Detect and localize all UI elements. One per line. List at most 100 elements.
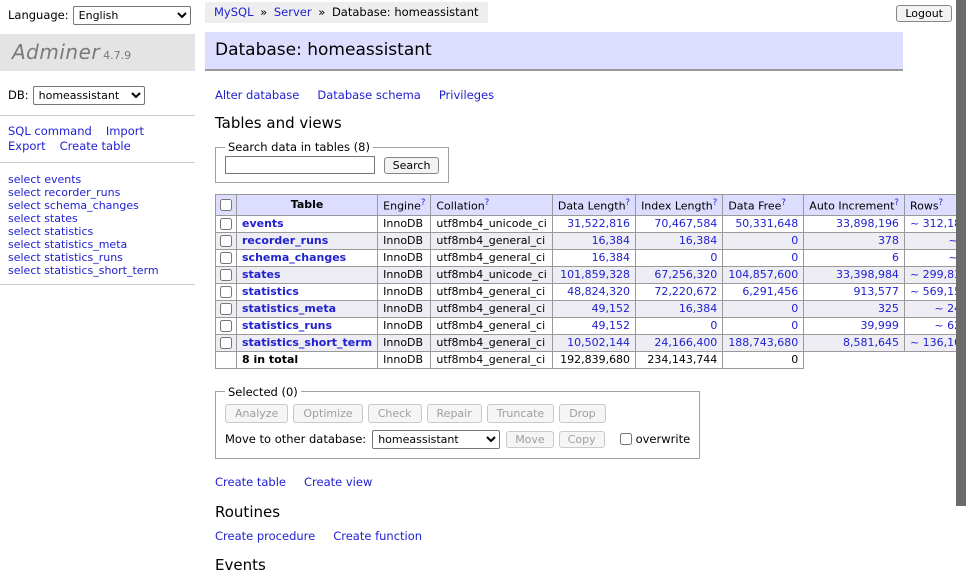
auto-increment-link[interactable]: 325 [878, 302, 899, 315]
breadcrumb-server-link[interactable]: Server [274, 5, 312, 19]
sidebar-action-export[interactable]: Export [8, 140, 46, 153]
table-link-statistics-runs[interactable]: statistics_runs [242, 319, 332, 332]
sidebar-table-link-schema-changes[interactable]: schema_changes [44, 199, 139, 212]
create-procedure-link[interactable]: Create procedure [215, 529, 315, 543]
data-free-link[interactable]: 0 [791, 234, 798, 247]
copy-button[interactable]: Copy [559, 431, 605, 448]
data-length-link[interactable]: 16,384 [592, 234, 631, 247]
select-link-statistics[interactable]: select [8, 225, 41, 238]
data-free-link[interactable]: 0 [791, 302, 798, 315]
truncate-button[interactable]: Truncate [487, 404, 554, 423]
auto-increment-link[interactable]: 39,999 [860, 319, 899, 332]
create-function-link[interactable]: Create function [333, 529, 422, 543]
scrollbar-track[interactable] [956, 0, 966, 543]
check-button[interactable]: Check [368, 404, 422, 423]
data-length-link[interactable]: 48,824,320 [567, 285, 630, 298]
language-select[interactable]: English [73, 6, 191, 25]
data-length-link[interactable]: 10,502,144 [567, 336, 630, 349]
help-link-data-length[interactable]: ? [626, 198, 631, 208]
table-link-recorder-runs[interactable]: recorder_runs [242, 234, 328, 247]
row-checkbox-events[interactable] [220, 218, 232, 230]
drop-button[interactable]: Drop [559, 404, 605, 423]
select-link-states[interactable]: select [8, 212, 41, 225]
search-button[interactable]: Search [384, 157, 440, 174]
table-link-schema-changes[interactable]: schema_changes [242, 251, 346, 264]
move-db-select[interactable]: homeassistant [372, 430, 500, 449]
index-length-link[interactable]: 67,256,320 [654, 268, 717, 281]
row-checkbox-statistics-runs[interactable] [220, 320, 232, 332]
logout-button[interactable]: Logout [896, 5, 952, 22]
create-table-link[interactable]: Create table [215, 475, 286, 489]
table-link-statistics-meta[interactable]: statistics_meta [242, 302, 336, 315]
optimize-button[interactable]: Optimize [293, 404, 362, 423]
select-link-events[interactable]: select [8, 173, 41, 186]
data-length-link[interactable]: 101,859,328 [560, 268, 630, 281]
sidebar-action-sql-command[interactable]: SQL command [8, 125, 92, 138]
row-checkbox-statistics-short-term[interactable] [220, 337, 232, 349]
table-link-events[interactable]: events [242, 217, 284, 230]
sidebar-table-link-states[interactable]: states [44, 212, 78, 225]
help-link-data-free[interactable]: ? [781, 198, 786, 208]
index-length-link[interactable]: 72,220,672 [654, 285, 717, 298]
help-link-collation[interactable]: ? [485, 198, 490, 208]
help-link-rows[interactable]: ? [939, 198, 944, 208]
select-link-statistics-short-term[interactable]: select [8, 264, 41, 277]
data-length-link[interactable]: 49,152 [592, 319, 631, 332]
help-link-index-length[interactable]: ? [713, 198, 718, 208]
table-link-statistics[interactable]: statistics [242, 285, 299, 298]
sidebar-table-link-statistics-meta[interactable]: statistics_meta [44, 238, 127, 251]
move-button[interactable]: Move [506, 431, 554, 448]
breadcrumb-mysql-link[interactable]: MySQL [214, 5, 254, 19]
data-length-link[interactable]: 31,522,816 [567, 217, 630, 230]
search-input[interactable] [225, 156, 375, 174]
data-length-link[interactable]: 49,152 [592, 302, 631, 315]
overwrite-checkbox[interactable] [620, 433, 632, 445]
auto-increment-link[interactable]: 33,898,196 [836, 217, 899, 230]
data-length-link[interactable]: 16,384 [592, 251, 631, 264]
help-link-auto-increment[interactable]: ? [894, 198, 899, 208]
row-checkbox-statistics[interactable] [220, 286, 232, 298]
data-free-link[interactable]: 50,331,648 [735, 217, 798, 230]
scrollbar-thumb[interactable] [956, 0, 966, 506]
alter-database-link[interactable]: Alter database [215, 88, 299, 102]
db-select[interactable]: homeassistant [33, 86, 145, 105]
index-length-link[interactable]: 0 [710, 319, 717, 332]
row-checkbox-states[interactable] [220, 269, 232, 281]
row-checkbox-schema-changes[interactable] [220, 252, 232, 264]
help-link-engine[interactable]: ? [421, 198, 426, 208]
select-link-schema-changes[interactable]: select [8, 199, 41, 212]
select-all-checkbox[interactable] [220, 199, 232, 211]
repair-button[interactable]: Repair [427, 404, 482, 423]
select-link-statistics-meta[interactable]: select [8, 238, 41, 251]
auto-increment-link[interactable]: 8,581,645 [843, 336, 899, 349]
row-checkbox-statistics-meta[interactable] [220, 303, 232, 315]
privileges-link[interactable]: Privileges [439, 88, 494, 102]
analyze-button[interactable]: Analyze [225, 404, 288, 423]
sidebar-table-link-events[interactable]: events [44, 173, 81, 186]
select-link-statistics-runs[interactable]: select [8, 251, 41, 264]
sidebar-action-import[interactable]: Import [106, 125, 144, 138]
data-free-link[interactable]: 0 [791, 319, 798, 332]
index-length-link[interactable]: 70,467,584 [654, 217, 717, 230]
index-length-link[interactable]: 16,384 [679, 234, 718, 247]
data-free-link[interactable]: 104,857,600 [728, 268, 798, 281]
auto-increment-link[interactable]: 6 [892, 251, 899, 264]
sidebar-table-link-recorder-runs[interactable]: recorder_runs [44, 186, 120, 199]
index-length-link[interactable]: 16,384 [679, 302, 718, 315]
select-link-recorder-runs[interactable]: select [8, 186, 41, 199]
row-checkbox-recorder-runs[interactable] [220, 235, 232, 247]
table-link-states[interactable]: states [242, 268, 281, 281]
database-schema-link[interactable]: Database schema [317, 88, 420, 102]
table-link-statistics-short-term[interactable]: statistics_short_term [242, 336, 372, 349]
data-free-link[interactable]: 6,291,456 [742, 285, 798, 298]
auto-increment-link[interactable]: 913,577 [853, 285, 899, 298]
index-length-link[interactable]: 0 [710, 251, 717, 264]
sidebar-table-link-statistics-runs[interactable]: statistics_runs [44, 251, 123, 264]
sidebar-table-link-statistics-short-term[interactable]: statistics_short_term [44, 264, 158, 277]
data-free-link[interactable]: 188,743,680 [728, 336, 798, 349]
create-view-link[interactable]: Create view [304, 475, 372, 489]
index-length-link[interactable]: 24,166,400 [654, 336, 717, 349]
sidebar-table-link-statistics[interactable]: statistics [44, 225, 93, 238]
sidebar-action-create-table[interactable]: Create table [60, 140, 131, 153]
data-free-link[interactable]: 0 [791, 251, 798, 264]
